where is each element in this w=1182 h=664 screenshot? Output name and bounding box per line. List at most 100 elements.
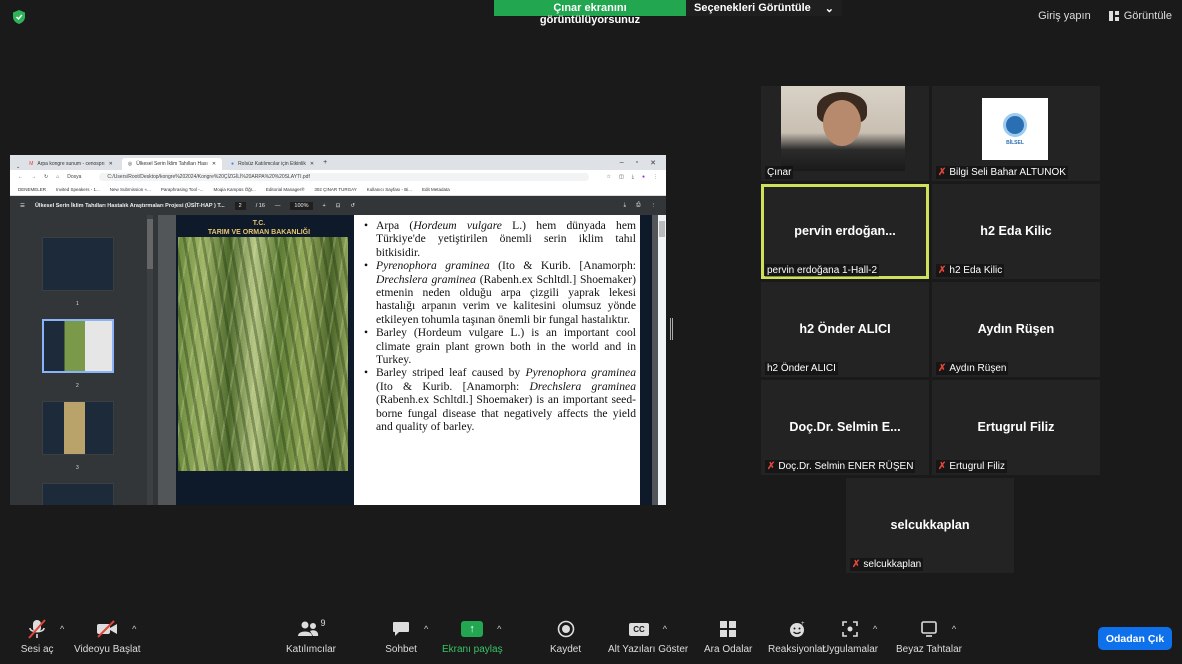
hamburger-menu-icon[interactable]: ☰ — [20, 203, 25, 209]
chevron-up-icon[interactable]: ^ — [497, 624, 501, 634]
page-scrollbar[interactable] — [658, 215, 666, 505]
participants-button[interactable]: 9 Katılımcılar — [286, 618, 336, 655]
reactions-button[interactable]: + Reaksiyonlar — [768, 618, 826, 655]
rotate-icon[interactable]: ↺ — [350, 203, 355, 209]
grid-view-icon — [1108, 11, 1119, 21]
sign-in-link[interactable]: Giriş yapın — [1038, 10, 1091, 22]
breakout-rooms-icon — [720, 621, 737, 637]
menu-icon[interactable]: ⋮ — [653, 174, 658, 180]
back-icon[interactable]: ← — [18, 174, 23, 180]
bookmark-item[interactable]: 302 ÇINAR TURGAY — [314, 187, 356, 192]
leave-meeting-button[interactable]: Odadan Çık — [1098, 627, 1172, 650]
download-icon[interactable]: ⤓ — [624, 202, 626, 209]
fit-page-icon[interactable]: ⊡ — [336, 203, 341, 209]
security-shield-icon[interactable] — [13, 10, 25, 24]
chevron-up-icon[interactable]: ^ — [424, 624, 428, 634]
download-icon[interactable]: ⤓ — [632, 174, 634, 180]
close-icon[interactable]: ✕ — [109, 161, 113, 167]
view-options-menu[interactable]: Seçenekleri Görüntüle ⌄ — [686, 0, 842, 16]
chevron-up-icon[interactable]: ^ — [952, 624, 956, 634]
participant-tile[interactable]: selcukkaplan ✗ selcukkaplan — [846, 478, 1014, 573]
participant-label: ✗ Doç.Dr. Selmin ENER RÜŞEN — [765, 460, 916, 473]
zoom-out-icon[interactable]: — — [275, 203, 281, 209]
reload-icon[interactable]: ↻ — [44, 174, 48, 180]
thumbnail-number: 1 — [76, 301, 79, 307]
participant-tile[interactable]: h2 Önder ALICI h2 Önder ALICI — [761, 282, 929, 377]
browser-tab[interactable]: ● Rolsüz Katılımcılar için Etkinlik ✕ — [225, 158, 321, 170]
site-info-chip[interactable]: Dosya — [67, 174, 81, 180]
close-icon[interactable]: ✕ — [310, 161, 314, 167]
browser-tab-active[interactable]: ◎ Ülkesel Serin İklim Tahılları Hası ✕ — [121, 158, 223, 170]
page-total: / 16 — [255, 202, 265, 209]
participant-label: ✗ Ertugrul Filiz — [936, 460, 1007, 473]
share-screen-button[interactable]: ↑ ^ Ekranı paylaş — [442, 618, 503, 655]
mic-muted-icon: ✗ — [852, 559, 861, 570]
participant-tile[interactable]: BİLSEL ✗ Bilgi Seli Bahar ALTUNOK — [932, 86, 1100, 181]
bookmark-item[interactable]: DENEMELER — [18, 187, 46, 192]
share-screen-label: Ekranı paylaş — [442, 644, 503, 655]
participant-label: pervin erdoğana 1-Hall-2 — [765, 264, 880, 277]
header-line: T.C. — [252, 220, 266, 227]
split-view-handle[interactable] — [670, 318, 673, 340]
bookmark-item[interactable]: Editorial Manager® — [266, 187, 305, 192]
zoom-level[interactable]: 100% — [290, 201, 313, 210]
profile-icon[interactable]: ● — [642, 174, 645, 180]
page-number-input[interactable]: 2 — [234, 201, 246, 210]
zoom-in-icon[interactable]: + — [323, 203, 326, 209]
home-icon[interactable]: ⌂ — [56, 174, 59, 180]
chevron-up-icon[interactable]: ^ — [873, 624, 877, 634]
print-icon[interactable]: ⎙ — [636, 202, 640, 209]
chevron-up-icon[interactable]: ^ — [132, 624, 136, 634]
globe-icon: ◎ — [127, 161, 133, 167]
record-button[interactable]: Kaydet — [550, 618, 581, 655]
participant-tile[interactable]: Ertugrul Filiz ✗ Ertugrul Filiz — [932, 380, 1100, 475]
tab-list-icon[interactable]: ⌄ — [16, 164, 20, 170]
page-thumbnail[interactable] — [42, 401, 114, 455]
apps-button[interactable]: ^ Uygulamalar — [822, 618, 878, 655]
close-icon[interactable]: ✕ — [212, 161, 216, 167]
start-video-button[interactable]: ^ Videoyu Başlat — [74, 618, 141, 655]
new-tab-icon[interactable]: + — [323, 159, 327, 166]
bookmark-item[interactable]: Moqia Kampüs Öğr... — [214, 187, 256, 192]
bookmark-star-icon[interactable]: ☆ — [607, 174, 611, 180]
extensions-icon[interactable]: ◫ — [619, 174, 624, 180]
bookmark-item[interactable]: Invited Speakers - 1... — [56, 187, 100, 192]
participant-tile[interactable]: Doç.Dr. Selmin E... ✗ Doç.Dr. Selmin ENER… — [761, 380, 929, 475]
bookmark-item[interactable]: Edit Metadata — [422, 187, 450, 192]
participant-name: selcukkaplan — [890, 518, 970, 532]
unmute-button[interactable]: ^ Sesi aç — [21, 618, 64, 655]
barley-field-photo — [178, 237, 348, 471]
zoom-icon: ● — [231, 161, 235, 167]
page-thumbnail-selected[interactable] — [42, 319, 114, 373]
participant-tile[interactable]: h2 Eda Kilic ✗ h2 Eda Kilic — [932, 184, 1100, 279]
tab-title: Arpa kongre sunum - cenosprı — [37, 161, 105, 167]
view-button[interactable]: Görüntüle — [1108, 10, 1172, 22]
captions-button[interactable]: CC ^ Alt Yazıları Göster — [608, 618, 688, 655]
chevron-up-icon[interactable]: ^ — [663, 624, 667, 634]
maximize-icon[interactable]: ▫ — [636, 159, 638, 167]
bookmark-item[interactable]: Kullanıcı Sayfası - Bi... — [367, 187, 412, 192]
mic-muted-icon: ✗ — [938, 167, 947, 178]
participant-tile-cinar[interactable]: Çınar — [761, 86, 929, 181]
bookmark-item[interactable]: Paraphrasing Tool -... — [161, 187, 204, 192]
chevron-up-icon[interactable]: ^ — [60, 624, 64, 634]
url-field[interactable]: C:/Users/Root/Desktop/kongre%202024/Kong… — [99, 173, 589, 181]
close-window-icon[interactable]: ✕ — [650, 159, 656, 167]
whiteboards-button[interactable]: ^ Beyaz Tahtalar — [896, 618, 962, 655]
mic-muted-icon: ✗ — [938, 363, 947, 374]
page-thumbnail[interactable] — [42, 237, 114, 291]
browser-tab[interactable]: M Arpa kongre sunum - cenosprı ✕ — [23, 158, 119, 170]
minimize-icon[interactable]: – — [620, 159, 624, 167]
chevron-down-icon: ⌄ — [824, 3, 834, 15]
chat-button[interactable]: ^ Sohbet — [385, 618, 428, 655]
breakout-rooms-button[interactable]: Ara Odalar — [704, 618, 752, 655]
participant-name: h2 Önder ALICI — [799, 322, 891, 336]
address-bar: ← → ↻ ⌂ Dosya C:/Users/Root/Desktop/kong… — [10, 170, 666, 184]
forward-icon[interactable]: → — [31, 174, 36, 180]
participant-tile-active-speaker[interactable]: pervin erdoğan... pervin erdoğana 1-Hall… — [761, 184, 929, 279]
more-icon[interactable]: ⋮ — [651, 203, 657, 209]
thumbnail-scrollbar[interactable] — [147, 215, 153, 505]
participant-tile[interactable]: Aydın Rüşen ✗ Aydın Rüşen — [932, 282, 1100, 377]
bookmark-item[interactable]: New Submission «... — [110, 187, 151, 192]
page-thumbnail[interactable] — [42, 483, 114, 505]
